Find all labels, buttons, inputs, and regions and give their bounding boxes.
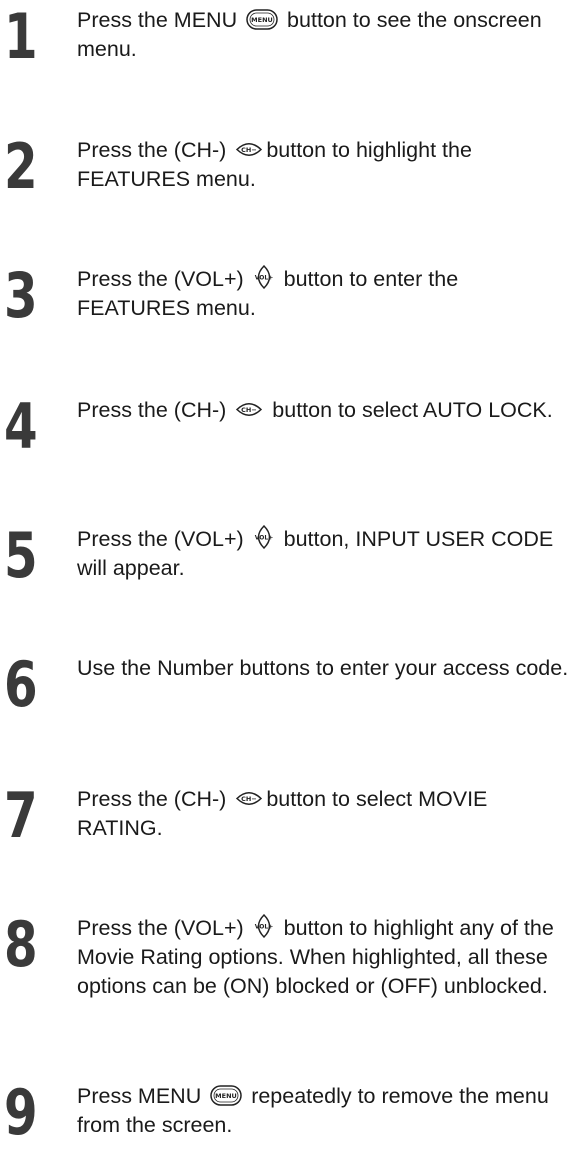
button-label: CH− bbox=[241, 146, 257, 154]
button-label: CH− bbox=[241, 795, 257, 803]
step-number: 5 bbox=[4, 519, 38, 592]
step-text: Press the MENU MENU button to see the on… bbox=[77, 8, 542, 61]
step-number: 4 bbox=[4, 390, 38, 463]
step-text: Use the Number buttons to enter your acc… bbox=[77, 656, 569, 680]
vol-plus-button-icon: VOL+ bbox=[253, 914, 275, 938]
button-label: MENU bbox=[215, 1092, 237, 1100]
step-number: 8 bbox=[4, 908, 38, 981]
vol-plus-button-icon: VOL+ bbox=[253, 265, 275, 289]
button-label: MENU bbox=[251, 16, 273, 24]
ch-minus-button-icon: CH− bbox=[235, 399, 263, 420]
step-text: Press the (CH-) CH− button to highlight t… bbox=[77, 138, 472, 191]
button-label: VOL+ bbox=[254, 924, 273, 931]
ch-minus-button-icon: CH− bbox=[235, 788, 263, 809]
step-text: Press the (VOL+) VOL+ button, INPUT USER… bbox=[77, 525, 554, 580]
step-number: 3 bbox=[4, 259, 38, 332]
menu-button-icon: MENU bbox=[246, 9, 278, 30]
vol-plus-button-icon: VOL+ bbox=[253, 525, 275, 549]
ch-minus-button-icon: CH− bbox=[235, 139, 263, 160]
button-label: VOL+ bbox=[254, 275, 273, 282]
step-text: Press the (VOL+) VOL+ button to highligh… bbox=[77, 914, 554, 998]
step-number: 9 bbox=[4, 1076, 38, 1149]
step-text: Press MENU MENU repeatedly to remove the… bbox=[77, 1084, 549, 1137]
step-number: 6 bbox=[4, 648, 38, 721]
menu-button-icon: MENU bbox=[210, 1085, 242, 1106]
step-text: Press the (CH-) CH− button to select MOVI… bbox=[77, 787, 488, 840]
step-number: 2 bbox=[4, 130, 38, 203]
step-number: 7 bbox=[4, 779, 38, 852]
step-number: 1 bbox=[4, 0, 38, 73]
button-label: VOL+ bbox=[254, 535, 273, 542]
step-text: Press the (CH-) CH− button to select AUT… bbox=[77, 398, 553, 422]
button-label: CH− bbox=[241, 406, 257, 414]
step-text: Press the (VOL+) VOL+ button to enter th… bbox=[77, 265, 459, 320]
